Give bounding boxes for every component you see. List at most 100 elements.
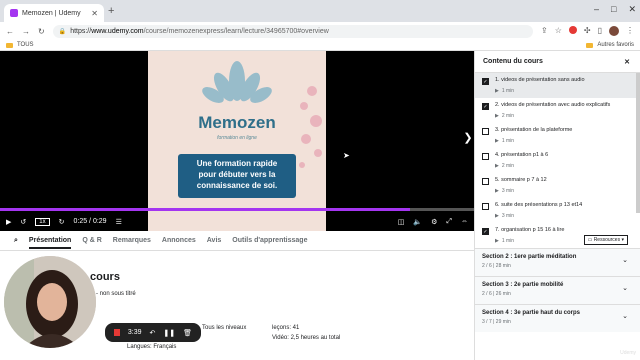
lecture-duration: ▶ 1 min xyxy=(495,88,640,94)
slide-title: Memozen xyxy=(198,113,276,132)
video-player[interactable]: Memozen formation en ligne Une formation… xyxy=(0,51,474,231)
profile-avatar[interactable] xyxy=(609,26,619,36)
url-prefix: https:// xyxy=(70,27,92,35)
lecture-checkbox[interactable]: ✓ xyxy=(482,103,489,110)
stop-record-icon[interactable] xyxy=(114,329,120,336)
tab-presentation[interactable]: Présentation xyxy=(28,237,72,249)
resources-dropdown[interactable]: ▭ Ressources ▾ xyxy=(583,235,628,245)
star-icon[interactable]: ☆ xyxy=(555,26,562,36)
notes-icon[interactable]: ☰ xyxy=(116,218,122,226)
play-icon[interactable]: ▶ xyxy=(6,218,11,226)
maximize-icon[interactable]: □ xyxy=(611,4,616,15)
next-lecture-arrow-icon[interactable]: ❯ xyxy=(462,131,474,149)
course-tabs: ⌕ Présentation Q & R Remarques Annonces … xyxy=(0,231,474,251)
browser-toolbar: ← → ↻ 🔒 https://www.udemy.com/course/mem… xyxy=(0,22,640,40)
minimize-icon[interactable]: – xyxy=(594,4,599,15)
mouse-cursor-icon: ➤ xyxy=(343,151,350,160)
bookmark-others-label: Autres favoris xyxy=(597,42,634,48)
lecture-item[interactable]: 5. sommaire p 7 à 12 ▶ 3 min xyxy=(475,173,640,198)
menu-icon[interactable]: ⋮ xyxy=(626,26,634,36)
volume-icon[interactable]: 🔈 xyxy=(413,218,422,226)
lecture-item[interactable]: ✓ 1. videos de présentation sans audio ▶ 1 … xyxy=(475,73,640,98)
forward-icon[interactable]: → xyxy=(22,27,30,36)
sidepanel-icon[interactable]: ▯ xyxy=(598,26,602,36)
lecture-item[interactable]: 6. suite des présentations p 13 et14 ▶ 3 m… xyxy=(475,198,640,223)
lecture-item[interactable]: ✓ 7. organisation p 15 16 à lire ▶ 1 min ▭ R… xyxy=(475,223,640,248)
sidebar-header: Contenu du cours ✕ xyxy=(475,51,640,73)
share-icon[interactable]: ⇪ xyxy=(541,26,548,36)
lecture-duration-text: 2 min xyxy=(501,163,515,169)
lecture-checkbox[interactable]: ✓ xyxy=(482,78,489,85)
overview-video: Vidéo: 2,5 heures au total xyxy=(272,335,341,341)
lecture-duration: ▶ 1 min xyxy=(495,138,640,144)
video-progress-fill xyxy=(0,208,410,211)
extensions-puzzle-icon[interactable]: ✣ xyxy=(584,26,591,36)
overview-lessons: leçons: 41 xyxy=(272,325,300,331)
slide-tagline-line1: Une formation rapide xyxy=(196,159,278,168)
lecture-checkbox[interactable]: ✓ xyxy=(482,228,489,235)
lecture-item[interactable]: ✓ 2. videos de présentation avec audio ex… xyxy=(475,98,640,123)
lecture-checkbox[interactable] xyxy=(482,203,489,210)
lecture-title: 1. videos de présentation sans audio xyxy=(495,77,585,83)
video-progress-bar[interactable] xyxy=(0,208,474,211)
tab-qa[interactable]: Q & R xyxy=(82,237,101,244)
lecture-title: 6. suite des présentations p 13 et14 xyxy=(495,202,583,208)
section-list: Section 2 : 1ere partie méditation 2 / 6 … xyxy=(475,248,640,332)
overview-subtitle: - non sous titré xyxy=(96,291,136,297)
browser-tab[interactable]: Memozen | Udemy ✕ xyxy=(4,4,104,22)
play-circle-icon: ▶ xyxy=(495,88,499,94)
lecture-title: 3. présentation de la plateforme xyxy=(495,127,573,133)
section-item[interactable]: Section 2 : 1ere partie méditation 2 / 6 … xyxy=(475,248,640,276)
playback-rate-button[interactable]: 1x xyxy=(35,217,50,226)
settings-gear-icon[interactable]: ⚙ xyxy=(431,218,437,226)
window-controls: – □ ✕ xyxy=(594,4,636,15)
lecture-checkbox[interactable] xyxy=(482,178,489,185)
back-icon[interactable]: ← xyxy=(6,27,14,36)
browser-tab-strip: Memozen | Udemy ✕ + – □ ✕ xyxy=(0,0,640,22)
tab-outils[interactable]: Outils d'apprentissage xyxy=(232,237,307,244)
forward-icon[interactable]: ↻ xyxy=(59,218,65,226)
search-icon[interactable]: ⌕ xyxy=(14,237,18,245)
address-bar[interactable]: 🔒 https://www.udemy.com/course/memozenex… xyxy=(52,24,534,38)
extension-icon[interactable] xyxy=(568,26,577,34)
fullscreen-icon[interactable]: ⤢ xyxy=(446,218,452,226)
pause-icon[interactable]: ❚❚ xyxy=(163,329,175,337)
new-tab-button[interactable]: + xyxy=(108,5,114,17)
chevron-down-icon: ⌄ xyxy=(622,285,628,292)
section-title: Section 2 : 1ere partie méditation xyxy=(482,254,577,260)
lecture-duration-text: 3 min xyxy=(501,213,515,219)
sidebar-scrollbar[interactable] xyxy=(636,73,640,213)
tab-annonces[interactable]: Annonces xyxy=(162,237,196,244)
rewind-icon[interactable]: ↺ xyxy=(20,218,26,226)
lecture-item[interactable]: 4. présentation p1 à 6 ▶ 2 min xyxy=(475,148,640,173)
lecture-checkbox[interactable] xyxy=(482,128,489,135)
undo-icon[interactable]: ↶ xyxy=(150,329,156,337)
tab-title: Memozen | Udemy xyxy=(22,9,81,17)
reload-icon[interactable]: ↻ xyxy=(38,27,45,36)
captions-icon[interactable]: ◫ xyxy=(398,218,405,226)
close-tab-icon[interactable]: ✕ xyxy=(91,9,98,18)
close-window-icon[interactable]: ✕ xyxy=(628,4,636,15)
lecture-duration: ▶ 3 min xyxy=(495,213,640,219)
section-title: Section 4 : 3e partie haut du corps xyxy=(482,310,581,316)
lecture-duration-text: 2 min xyxy=(501,113,515,119)
lecture-checkbox[interactable] xyxy=(482,153,489,160)
close-sidebar-icon[interactable]: ✕ xyxy=(624,58,630,66)
recorder-time: 3:39 xyxy=(127,329,142,336)
section-item[interactable]: Section 3 : 2e partie mobilité 2 / 6 | 26… xyxy=(475,276,640,304)
tab-remarques[interactable]: Remarques xyxy=(113,237,151,244)
lock-icon: 🔒 xyxy=(58,28,67,35)
section-item[interactable]: Section 4 : 3e partie haut du corps 3 / 7… xyxy=(475,304,640,332)
bookmark-all[interactable]: TOUS xyxy=(17,42,34,48)
sidebar-title: Contenu du cours xyxy=(483,58,543,65)
bookmark-others[interactable]: Autres favoris xyxy=(586,42,634,48)
folder-icon xyxy=(6,42,13,48)
slide-tagline-box: Une formation rapide pour débuter vers l… xyxy=(178,154,296,198)
play-circle-icon: ▶ xyxy=(495,113,499,119)
play-circle-icon: ▶ xyxy=(495,238,499,244)
lecture-item[interactable]: 3. présentation de la plateforme ▶ 1 min xyxy=(475,123,640,148)
url-path: /course/memozenexpress/learn/lecture/349… xyxy=(143,27,329,35)
trash-icon[interactable]: 🗑 xyxy=(183,329,192,337)
expand-icon[interactable]: ⇔ xyxy=(461,218,468,226)
tab-avis[interactable]: Avis xyxy=(207,237,222,244)
